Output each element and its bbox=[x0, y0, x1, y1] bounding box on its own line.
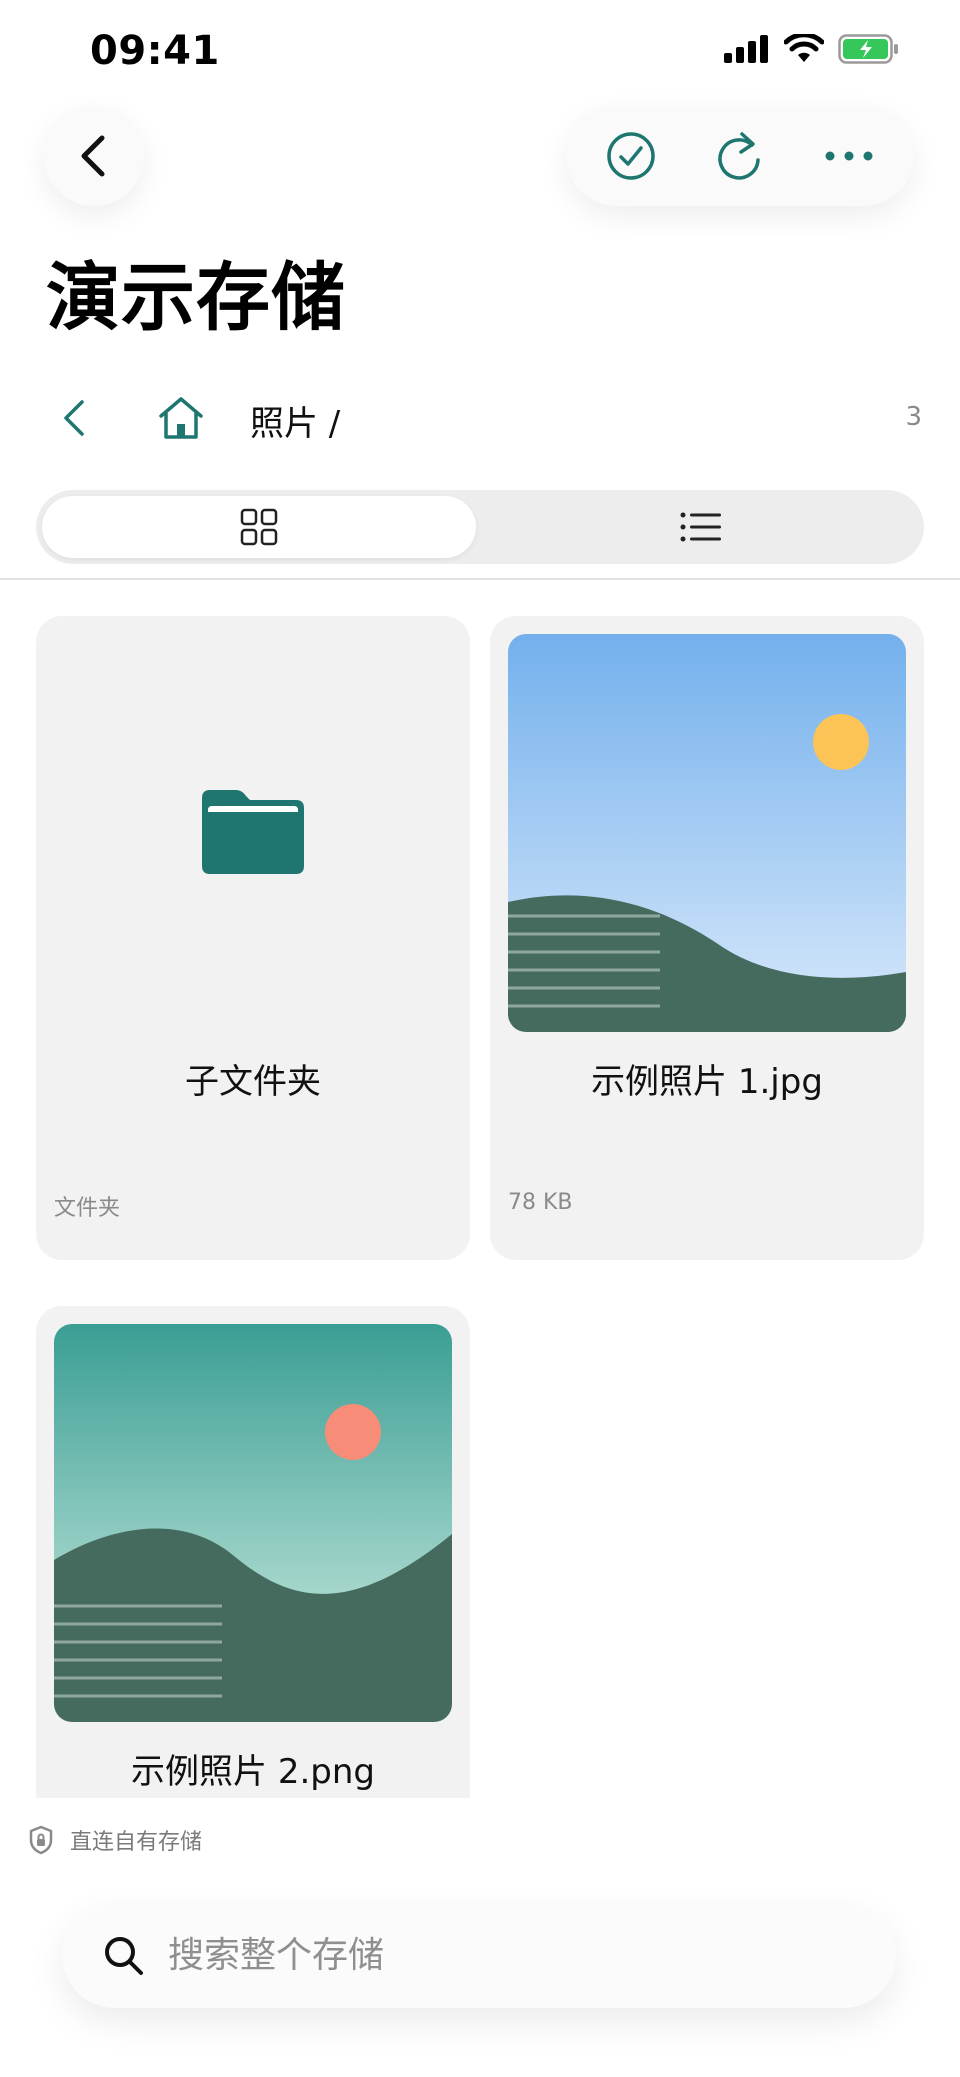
item-count: 3 bbox=[905, 402, 922, 432]
chevron-left-icon bbox=[64, 400, 84, 436]
grid-item-photo-2[interactable]: 示例照片 2.png bbox=[36, 1306, 470, 1798]
more-button[interactable] bbox=[809, 116, 889, 196]
item-name: 子文件夹 bbox=[185, 1062, 321, 1102]
page-title: 演示存储 bbox=[46, 255, 346, 341]
list-view-button[interactable] bbox=[484, 496, 918, 558]
view-toggle bbox=[36, 490, 924, 564]
lock-shield-icon bbox=[29, 1825, 53, 1855]
photo-thumbnail bbox=[54, 1324, 452, 1722]
grid-view-button[interactable] bbox=[42, 496, 476, 558]
refresh-icon bbox=[718, 132, 760, 180]
item-name: 示例照片 1.jpg bbox=[591, 1062, 823, 1102]
list-view-icon bbox=[680, 512, 721, 542]
item-meta: 文件夹 bbox=[54, 1196, 121, 1221]
status-time: 09:41 bbox=[90, 28, 220, 74]
back-button[interactable] bbox=[44, 106, 144, 206]
breadcrumb-path: 照片 / bbox=[250, 404, 341, 444]
storage-note: 直连自有存储 bbox=[28, 1824, 202, 1856]
item-meta: 78 KB bbox=[508, 1190, 573, 1215]
breadcrumb-back-button[interactable] bbox=[50, 392, 98, 444]
search-bar[interactable] bbox=[62, 1902, 896, 2008]
refresh-button[interactable] bbox=[700, 116, 780, 196]
grid-view-icon bbox=[240, 508, 278, 546]
header-divider bbox=[0, 578, 960, 580]
action-pill bbox=[566, 106, 914, 206]
grid-item-photo-1[interactable]: 示例照片 1.jpg 78 KB bbox=[490, 616, 924, 1260]
signal-icon bbox=[724, 35, 768, 63]
grid-item-folder[interactable]: 子文件夹 文件夹 bbox=[36, 616, 470, 1260]
folder-icon bbox=[202, 790, 304, 874]
search-input[interactable] bbox=[166, 1933, 830, 1977]
select-button[interactable] bbox=[591, 116, 671, 196]
breadcrumb-home-button[interactable] bbox=[154, 390, 208, 446]
search-icon bbox=[105, 1937, 143, 1975]
home-icon bbox=[159, 397, 203, 439]
check-circle-icon bbox=[606, 132, 655, 180]
battery-icon bbox=[838, 34, 898, 64]
photo-thumbnail bbox=[508, 634, 906, 1032]
more-icon bbox=[825, 151, 873, 161]
wifi-icon bbox=[784, 34, 824, 62]
back-icon bbox=[81, 135, 105, 177]
status-icons bbox=[724, 34, 900, 64]
storage-note-text: 直连自有存储 bbox=[70, 1830, 203, 1855]
item-name: 示例照片 2.png bbox=[131, 1752, 375, 1792]
